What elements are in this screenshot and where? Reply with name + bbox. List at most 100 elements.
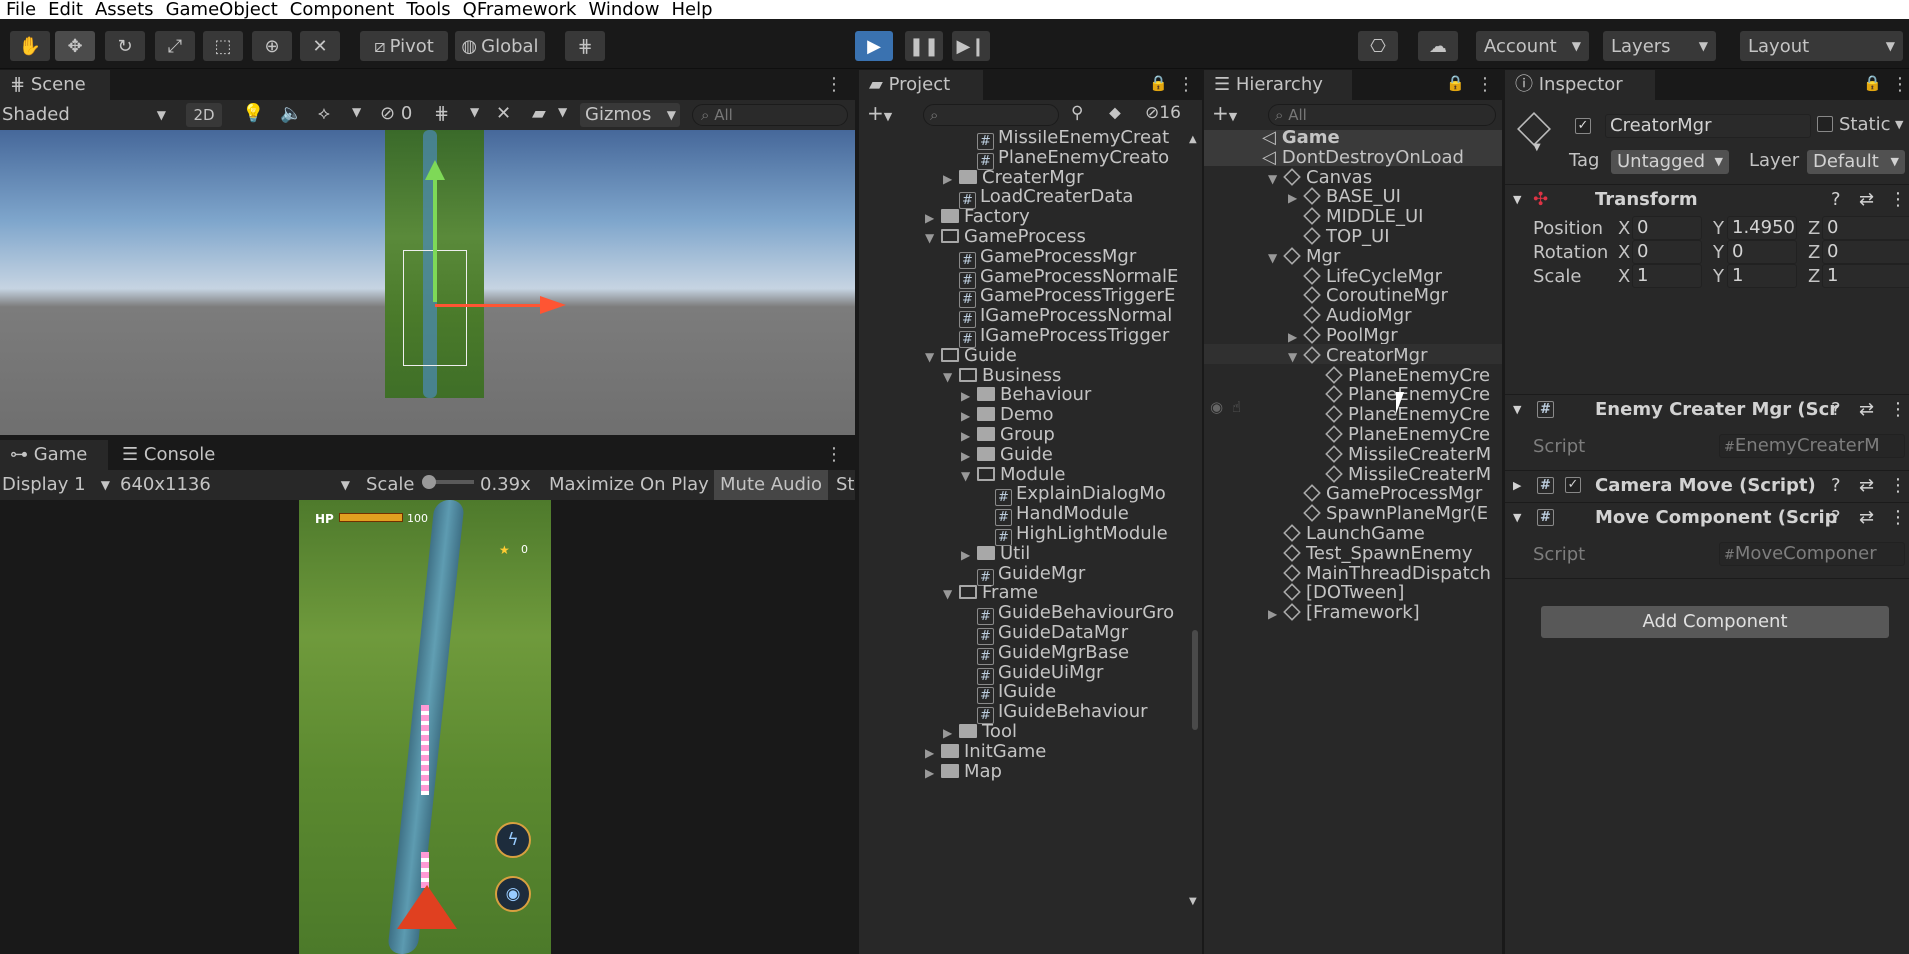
tab-game[interactable]: ⊶ Game — [0, 440, 108, 470]
gizmos-dropdown[interactable]: Gizmos ▼ — [580, 103, 680, 127]
2d-toggle[interactable]: 2D — [186, 103, 222, 127]
tab-hierarchy[interactable]: ☰ Hierarchy — [1204, 70, 1352, 100]
scale-slider[interactable] — [422, 475, 474, 489]
hand-tool-button[interactable]: ✋ — [10, 31, 50, 61]
object-name-field[interactable]: CreatorMgr — [1605, 114, 1811, 138]
scene-menu-icon[interactable]: ⋮ — [1496, 146, 1502, 170]
preset-icon[interactable]: ⇄ — [1859, 503, 1874, 533]
gizmo-y-axis[interactable] — [433, 172, 437, 302]
scroll-up-icon[interactable]: ▲ — [1189, 134, 1197, 145]
camera-move-header[interactable]: ▶ # ✓ Camera Move (Script) ? ⇄ ⋮ — [1505, 470, 1909, 500]
create-object-button[interactable]: +▼ — [1212, 101, 1237, 125]
chevron-right-icon[interactable]: ▶ — [925, 761, 941, 785]
scale-tool-button[interactable]: ⤢ — [155, 31, 195, 61]
help-icon[interactable]: ? — [1831, 185, 1841, 215]
static-checkbox[interactable] — [1817, 116, 1833, 132]
gizmo-y-arrow-icon[interactable] — [425, 160, 445, 180]
play-button[interactable]: ▶ — [855, 31, 893, 61]
mute-audio-toggle[interactable]: Mute Audio — [714, 470, 828, 500]
scale-y-field[interactable]: 1 — [1727, 264, 1797, 288]
chevron-down-icon[interactable]: ▼ — [470, 105, 479, 119]
transform-header[interactable]: ▼ ✣ Transform ? ⇄ ⋮ — [1505, 184, 1909, 214]
hierarchy-menu-icon[interactable]: ⋮ — [1476, 74, 1494, 95]
scale-z-field[interactable]: 1 — [1822, 264, 1909, 288]
maximize-on-play-toggle[interactable]: Maximize On Play — [549, 473, 709, 497]
position-x-field[interactable]: 0 — [1632, 216, 1702, 240]
menu-item-gameobject[interactable]: GameObject — [166, 0, 284, 19]
preset-icon[interactable]: ⇄ — [1859, 185, 1874, 215]
global-button[interactable]: ◍ Global — [455, 31, 545, 61]
rotation-x-field[interactable]: 0 — [1632, 240, 1702, 264]
chevron-down-icon[interactable]: ▼ — [1533, 142, 1541, 153]
add-component-button[interactable]: Add Component — [1541, 606, 1889, 638]
lightning-skill-icon[interactable]: ϟ — [495, 822, 531, 858]
tab-console[interactable]: ☰ Console — [112, 440, 232, 470]
effects-icon[interactable]: ⟡ — [318, 103, 330, 124]
grid-icon[interactable]: ⋕ — [434, 103, 449, 124]
account-dropdown[interactable]: Account ▼ — [1476, 31, 1589, 61]
scene-search-input[interactable]: ⌕ All — [692, 104, 848, 126]
lock-icon[interactable]: 🔒 — [1446, 74, 1465, 92]
help-icon[interactable]: ? — [1831, 395, 1841, 425]
layers-dropdown[interactable]: Layers ▼ — [1603, 31, 1716, 61]
project-item[interactable]: ▶ Map — [925, 760, 1002, 784]
hierarchy-item[interactable]: ▶ [Framework] — [1268, 601, 1420, 625]
rect-tool-button[interactable]: ⬚ — [203, 31, 243, 61]
rotation-y-field[interactable]: 0 — [1727, 240, 1797, 264]
help-icon[interactable]: ? — [1831, 471, 1841, 501]
menu-item-edit[interactable]: Edit — [48, 0, 89, 19]
chevron-right-icon[interactable]: ▶ — [1268, 602, 1284, 626]
game-viewport[interactable]: HP 100 ★ 0 ϟ ◉ — [299, 500, 551, 954]
move-component-header[interactable]: ▼ # Move Component (Scrip ? ⇄ ⋮ — [1505, 502, 1909, 532]
chevron-down-icon[interactable]: ▼ — [943, 582, 959, 606]
chevron-down-icon[interactable]: ▼ — [961, 464, 977, 488]
resolution-dropdown[interactable]: 640x1136 ▼ — [120, 473, 352, 497]
chevron-down-icon[interactable]: ▼ — [1268, 167, 1284, 191]
layout-dropdown[interactable]: Layout ▼ — [1740, 31, 1903, 61]
create-asset-button[interactable]: +▼ — [867, 101, 892, 125]
scene-menu-icon[interactable]: ⋮ — [825, 74, 843, 95]
enemy-creater-header[interactable]: ▼ # Enemy Creater Mgr (Scr ? ⇄ ⋮ — [1505, 394, 1909, 424]
scene-viewport[interactable] — [0, 130, 855, 435]
pivot-button[interactable]: ⧄ Pivot — [360, 31, 448, 61]
menu-item-assets[interactable]: Assets — [95, 0, 160, 19]
chevron-down-icon[interactable]: ▼ — [1288, 345, 1304, 369]
chevron-down-icon[interactable]: ▼ — [1268, 246, 1284, 270]
pause-button[interactable]: ❚❚ — [905, 31, 943, 61]
scale-x-field[interactable]: 1 — [1632, 264, 1702, 288]
chevron-down-icon[interactable]: ▼ — [1895, 118, 1903, 131]
tag-dropdown[interactable]: Untagged ▼ — [1611, 150, 1729, 174]
display-dropdown[interactable]: Display 1 ▼ — [2, 473, 112, 497]
preset-icon[interactable]: ⇄ — [1859, 471, 1874, 501]
component-menu-icon[interactable]: ⋮ — [1889, 395, 1907, 425]
menu-item-file[interactable]: File — [6, 0, 42, 19]
enemy-creater-script-field[interactable]: #EnemyCreaterM — [1719, 434, 1905, 458]
component-menu-icon[interactable]: ⋮ — [1889, 185, 1907, 215]
camera-icon[interactable]: ▰ — [532, 103, 546, 124]
chevron-down-icon[interactable]: ▼ — [925, 226, 941, 250]
shading-dropdown[interactable]: Shaded ▼ — [2, 103, 170, 127]
position-y-field[interactable]: 1.4950 — [1727, 216, 1797, 240]
chevron-down-icon[interactable]: ▼ — [943, 365, 959, 389]
camera-move-enabled-checkbox[interactable]: ✓ — [1565, 477, 1581, 493]
menu-item-window[interactable]: Window — [588, 0, 665, 19]
menu-item-qframework[interactable]: QFramework — [463, 0, 583, 19]
layer-dropdown[interactable]: Default ▼ — [1807, 150, 1905, 174]
game-menu-icon[interactable]: ⋮ — [825, 444, 843, 465]
search-by-type-icon[interactable]: ⚲ — [1071, 103, 1083, 123]
gizmo-x-axis[interactable] — [435, 304, 543, 307]
lock-icon[interactable]: 🔒 — [1149, 74, 1168, 92]
menu-item-tools[interactable]: Tools — [406, 0, 456, 19]
scroll-down-icon[interactable]: ▼ — [1189, 896, 1197, 907]
rotation-z-field[interactable]: 0 — [1822, 240, 1909, 264]
gizmo-x-arrow-icon[interactable] — [540, 296, 566, 314]
tab-scene[interactable]: ⋕ Scene — [0, 70, 110, 100]
position-z-field[interactable]: 0 — [1822, 216, 1909, 240]
scale-slider-thumb[interactable] — [422, 475, 436, 489]
component-menu-icon[interactable]: ⋮ — [1889, 503, 1907, 533]
visibility-toggle[interactable]: ⊘ 0 — [380, 103, 412, 124]
tab-project[interactable]: ▰ Project — [859, 70, 983, 100]
tab-inspector[interactable]: ⓘ Inspector — [1505, 70, 1655, 100]
lighting-icon[interactable]: 💡 — [242, 103, 264, 124]
component-menu-icon[interactable]: ⋮ — [1889, 471, 1907, 501]
